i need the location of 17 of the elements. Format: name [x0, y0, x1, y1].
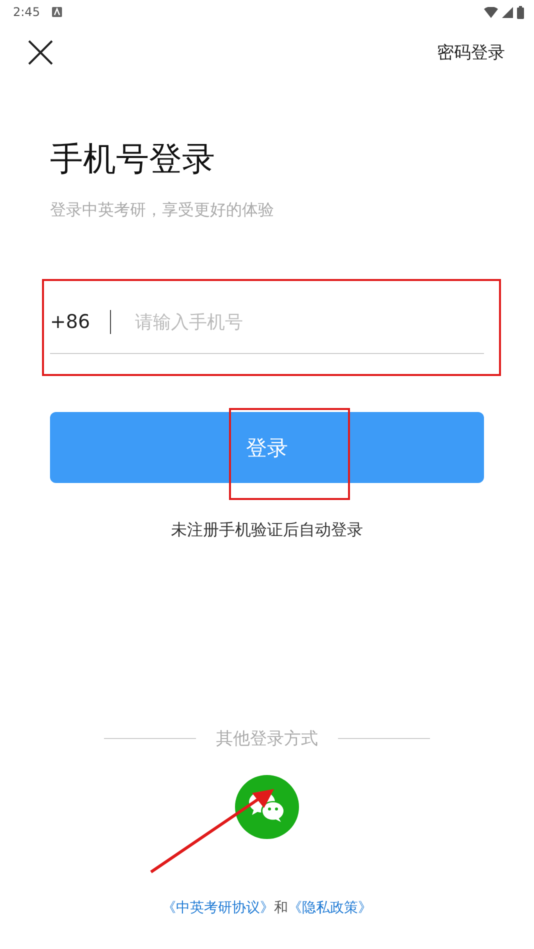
password-login-link[interactable]: 密码登录 — [437, 41, 505, 64]
page-title: 手机号登录 — [50, 138, 216, 180]
other-login-label: 其他登录方式 — [216, 728, 318, 750]
auto-register-note: 未注册手机验证后自动登录 — [170, 520, 364, 541]
wifi-icon — [484, 6, 498, 18]
chat-bubbles-icon[interactable] — [235, 775, 299, 839]
signal-icon — [502, 6, 513, 18]
phone-input-field[interactable]: +86 请输入手机号 — [50, 291, 484, 354]
and-text: 和 — [274, 899, 288, 917]
subtitle: 登录中英考研，享受更好的体验 — [50, 200, 275, 221]
privacy-link[interactable]: 《隐私政策》 — [288, 899, 372, 917]
agreement-link[interactable]: 《中英考研协议》 — [162, 899, 274, 917]
close-icon[interactable] — [28, 40, 53, 65]
status-time: 2:45 — [13, 5, 40, 19]
country-code[interactable]: +86 — [50, 311, 90, 333]
notification-icon — [52, 7, 62, 17]
battery-icon — [517, 6, 524, 18]
